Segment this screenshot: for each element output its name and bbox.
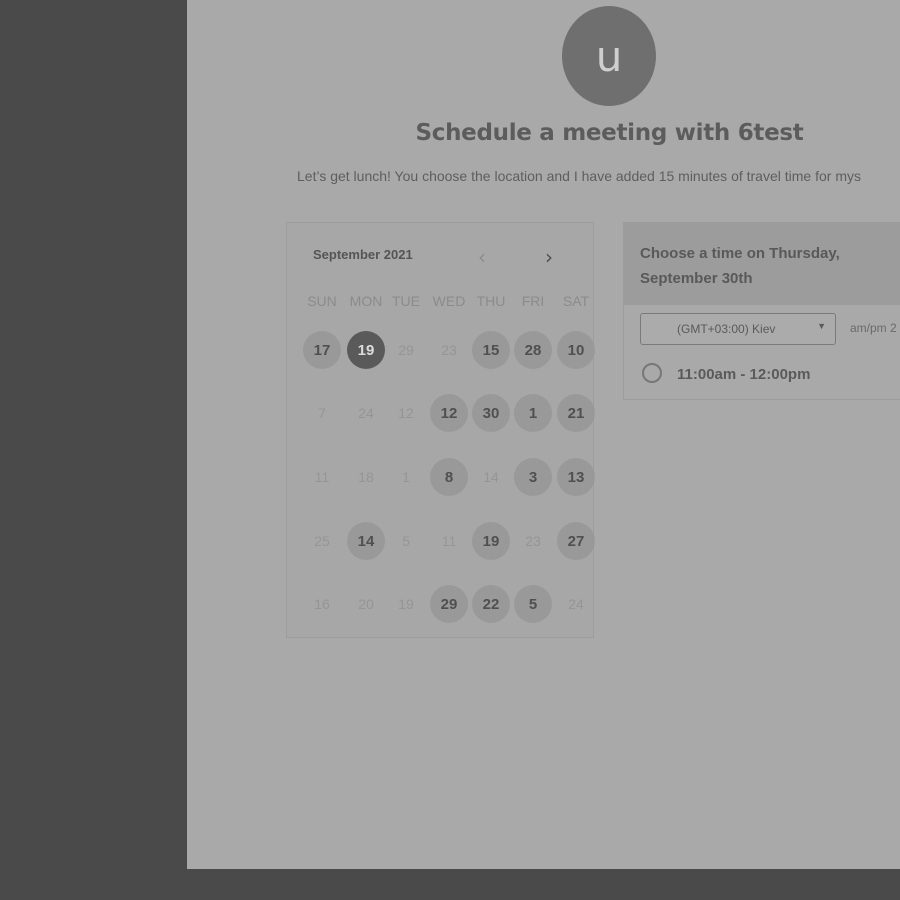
calendar-day-available[interactable]: 12 bbox=[430, 394, 468, 432]
calendar-day-unavailable: 23 bbox=[441, 342, 457, 358]
timezone-select[interactable]: (GMT+03:00) Kiev ▼ bbox=[640, 313, 836, 345]
weekday-label: THU bbox=[476, 293, 506, 309]
weekday-label: MON bbox=[349, 293, 383, 309]
scheduling-panel: u Schedule a meeting with 6test Let’s ge… bbox=[187, 0, 900, 869]
calendar-day-unavailable: 24 bbox=[358, 405, 374, 421]
calendar-day-available[interactable]: 17 bbox=[303, 331, 341, 369]
time-slot[interactable]: 11:00am - 12:00pm bbox=[624, 353, 900, 397]
calendar-day-available[interactable]: 29 bbox=[430, 585, 468, 623]
radio-button[interactable] bbox=[642, 363, 662, 383]
time-picker-title: Choose a time on Thursday, September 30t… bbox=[640, 245, 840, 287]
calendar-day-available[interactable]: 3 bbox=[514, 458, 552, 496]
calendar-day-available[interactable]: 1 bbox=[514, 394, 552, 432]
page-title: Schedule a meeting with 6test bbox=[415, 120, 804, 146]
calendar: September 2021 ‹ › SUN MON TUE WED THU FRI SAT… bbox=[286, 222, 595, 638]
calendar-day-unavailable: 1 bbox=[402, 469, 410, 485]
weekday-label: TUE bbox=[392, 293, 420, 309]
calendar-day-unavailable: 23 bbox=[525, 533, 541, 549]
calendar-day-unavailable: 24 bbox=[568, 596, 584, 612]
weekday-label: SUN bbox=[307, 293, 337, 309]
calendar-day-unavailable: 11 bbox=[314, 469, 330, 485]
calendar-day-selected[interactable]: 19 bbox=[347, 331, 385, 369]
calendar-day-unavailable: 5 bbox=[402, 533, 410, 549]
calendar-day-available[interactable]: 28 bbox=[514, 331, 552, 369]
time-picker-header: Choose a time on Thursday, September 30t… bbox=[624, 223, 900, 305]
calendar-day-available[interactable]: 15 bbox=[472, 331, 510, 369]
time-format-toggle[interactable]: am/pm 2 bbox=[850, 321, 897, 335]
calendar-day-available[interactable]: 22 bbox=[472, 585, 510, 623]
calendar-day-available[interactable]: 30 bbox=[472, 394, 510, 432]
calendar-day-unavailable: 14 bbox=[483, 469, 499, 485]
calendar-day-available[interactable]: 19 bbox=[472, 522, 510, 560]
calendar-day-available[interactable]: 8 bbox=[430, 458, 468, 496]
time-picker: Choose a time on Thursday, September 30t… bbox=[623, 222, 900, 400]
calendar-day-available[interactable]: 21 bbox=[557, 394, 595, 432]
calendar-day-unavailable: 29 bbox=[398, 342, 414, 358]
weekday-label: SAT bbox=[562, 293, 590, 309]
calendar-day-available[interactable]: 14 bbox=[347, 522, 385, 560]
calendar-day-available[interactable]: 10 bbox=[557, 331, 595, 369]
chevron-right-icon[interactable]: › bbox=[545, 247, 553, 267]
page-subtitle: Let’s get lunch! You choose the location… bbox=[297, 168, 861, 184]
calendar-day-unavailable: 16 bbox=[314, 596, 330, 612]
weekday-label: FRI bbox=[521, 293, 545, 309]
calendar-day-unavailable: 19 bbox=[398, 596, 414, 612]
calendar-day-unavailable: 7 bbox=[318, 405, 326, 421]
calendar-day-available[interactable]: 13 bbox=[557, 458, 595, 496]
avatar: u bbox=[562, 6, 656, 106]
chevron-left-icon[interactable]: ‹ bbox=[478, 247, 486, 267]
calendar-day-available[interactable]: 5 bbox=[514, 585, 552, 623]
timezone-value: (GMT+03:00) Kiev bbox=[677, 322, 776, 336]
calendar-month-label: September 2021 bbox=[313, 247, 413, 262]
calendar-day-unavailable: 20 bbox=[358, 596, 374, 612]
calendar-day-unavailable: 25 bbox=[314, 533, 330, 549]
calendar-day-unavailable: 12 bbox=[398, 405, 414, 421]
time-slot-label: 11:00am - 12:00pm bbox=[677, 366, 811, 383]
calendar-day-available[interactable]: 27 bbox=[557, 522, 595, 560]
caret-down-icon: ▼ bbox=[817, 321, 826, 331]
weekday-label: WED bbox=[432, 293, 466, 309]
calendar-day-unavailable: 18 bbox=[358, 469, 374, 485]
calendar-day-unavailable: 11 bbox=[441, 533, 457, 549]
